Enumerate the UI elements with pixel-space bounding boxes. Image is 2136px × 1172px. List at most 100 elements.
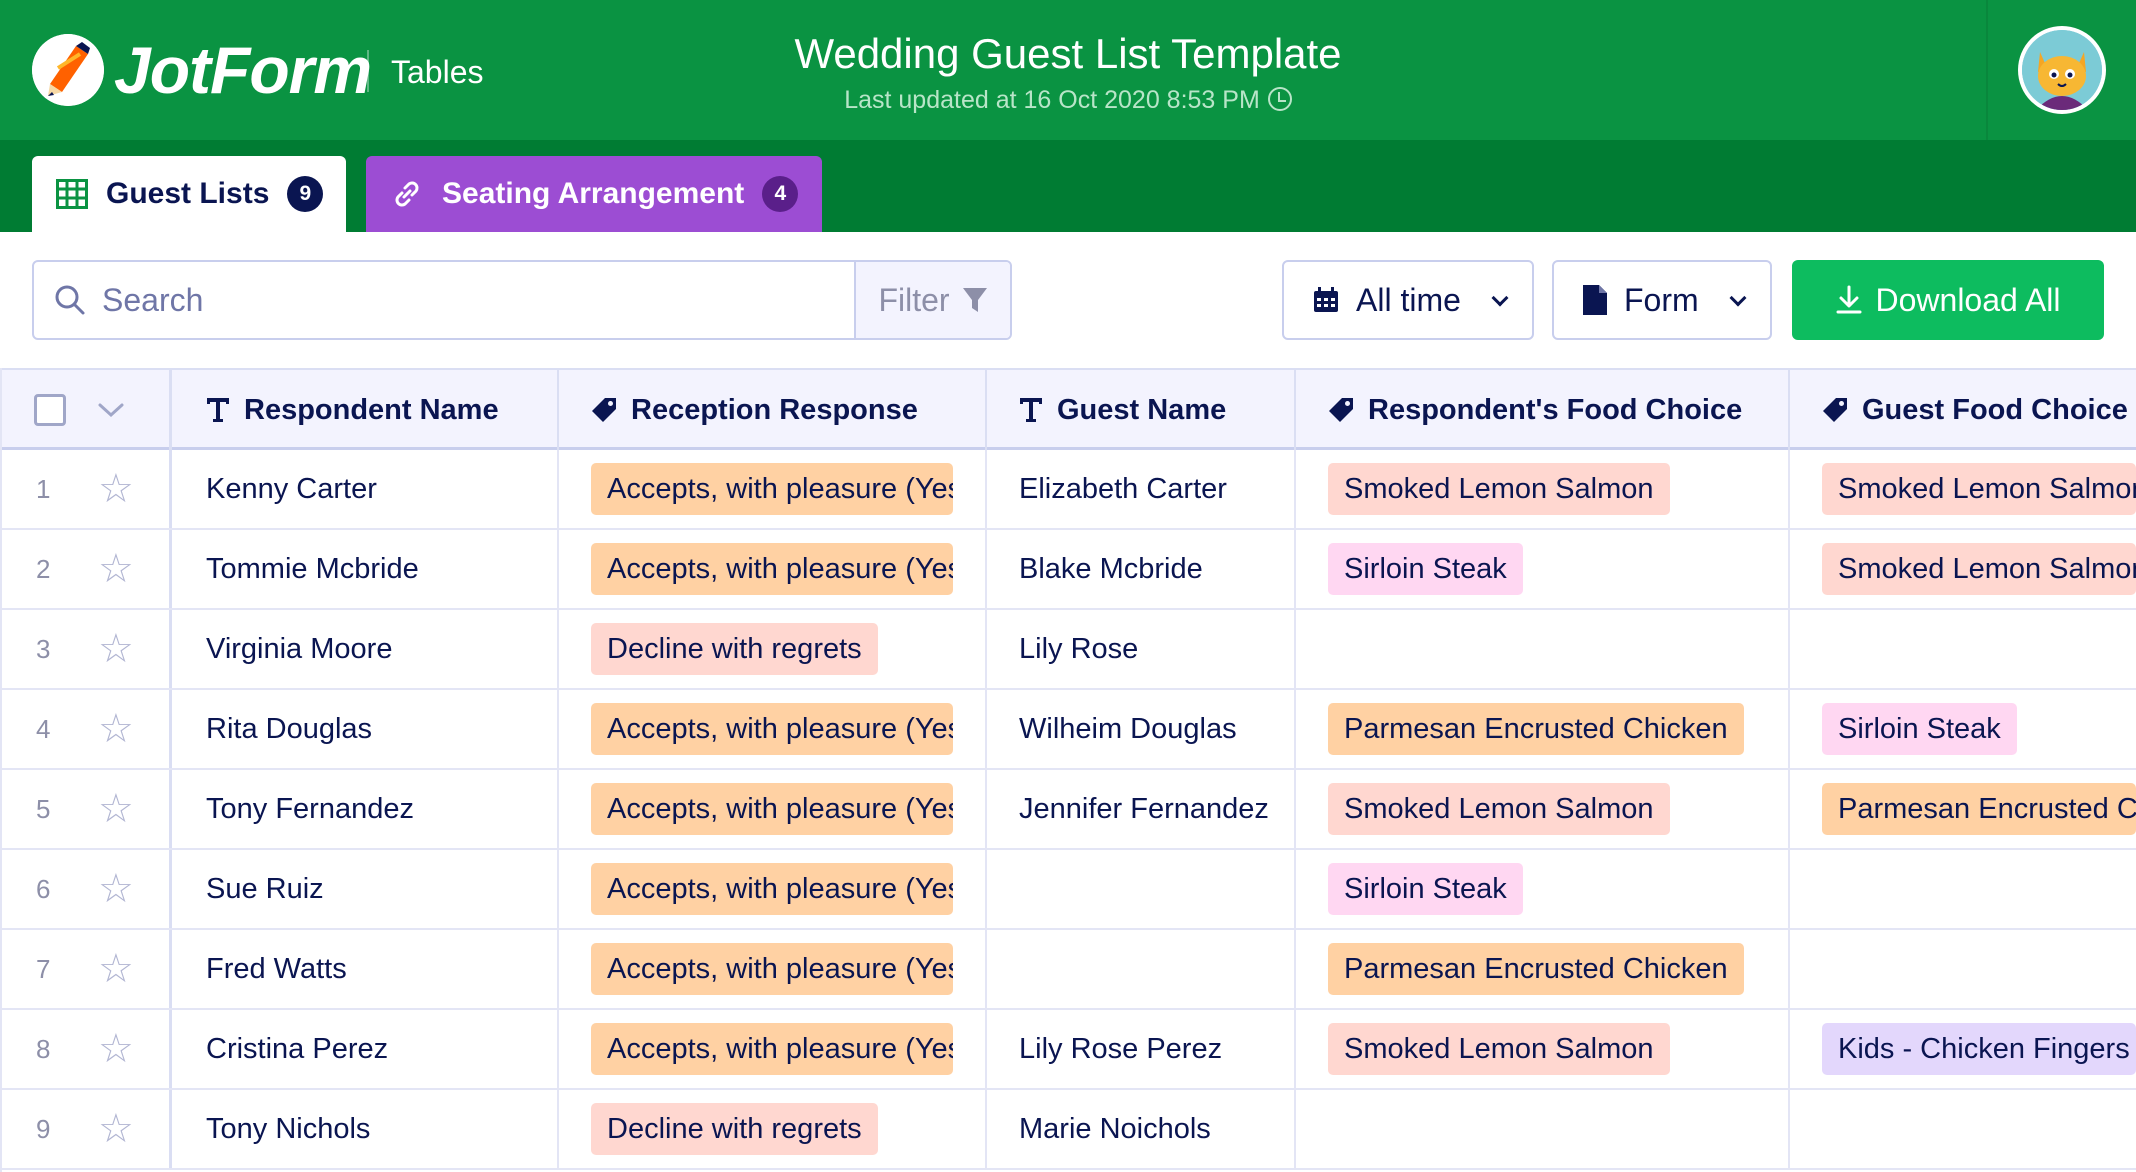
respondent-food-cell[interactable]: Sirloin Steak bbox=[1296, 530, 1790, 608]
star-icon[interactable]: ☆ bbox=[98, 789, 134, 829]
star-icon[interactable]: ☆ bbox=[98, 1029, 134, 1069]
respondent-food-cell[interactable]: Parmesan Encrusted Chicken bbox=[1296, 930, 1790, 1008]
download-icon bbox=[1836, 285, 1861, 314]
column-header-guest-name[interactable]: Guest Name bbox=[987, 370, 1296, 450]
tab-guest-lists-count: 9 bbox=[287, 176, 324, 212]
guest-name: Jennifer Fernandez bbox=[1019, 792, 1269, 825]
tag-icon bbox=[592, 398, 616, 422]
respondent-food-cell[interactable] bbox=[1296, 1090, 1790, 1168]
guest-name-cell[interactable]: Wilheim Douglas bbox=[987, 690, 1296, 768]
respondent-food-cell[interactable] bbox=[1296, 610, 1790, 688]
last-updated-text: Last updated at 16 Oct 2020 8:53 PM bbox=[0, 84, 2136, 116]
table-row[interactable]: 3 ☆ Virginia Moore Decline with regrets … bbox=[0, 610, 2136, 690]
select-all-checkbox[interactable] bbox=[33, 394, 66, 426]
guest-name-cell[interactable] bbox=[987, 850, 1296, 928]
table-row[interactable]: 4 ☆ Rita Douglas Accepts, with pleasure … bbox=[0, 690, 2136, 770]
column-header-reception-response[interactable]: Reception Response bbox=[559, 370, 987, 450]
respondent-name: Tony Fernandez bbox=[206, 792, 414, 825]
respondent-food-cell[interactable]: Sirloin Steak bbox=[1296, 850, 1790, 928]
respondent-food-cell[interactable]: Smoked Lemon Salmon bbox=[1296, 770, 1790, 848]
guest-food-cell[interactable] bbox=[1790, 610, 2136, 688]
select-all-column bbox=[0, 370, 172, 450]
cat-avatar-icon bbox=[2022, 30, 2102, 110]
respondent-name-cell[interactable]: Rita Douglas bbox=[172, 690, 559, 768]
guest-food-cell[interactable]: Kids - Chicken Fingers & Fries bbox=[1790, 1010, 2136, 1088]
search-input[interactable] bbox=[102, 281, 802, 319]
sheet-tabs-bar: Guest Lists 9 Seating Arrangement 4 bbox=[0, 140, 2136, 232]
guest-name-cell[interactable]: Marie Noichols bbox=[987, 1090, 1296, 1168]
respondent-food-cell[interactable]: Smoked Lemon Salmon bbox=[1296, 1010, 1790, 1088]
table-row[interactable]: 1 ☆ Kenny Carter Accepts, with pleasure … bbox=[0, 450, 2136, 530]
table-row[interactable]: 9 ☆ Tony Nichols Decline with regrets Ma… bbox=[0, 1090, 2136, 1170]
respondent-name-cell[interactable]: Sue Ruiz bbox=[172, 850, 559, 928]
guest-food-cell[interactable]: Smoked Lemon Salmon bbox=[1790, 450, 2136, 528]
guest-name: Marie Noichols bbox=[1019, 1112, 1211, 1145]
star-icon[interactable]: ☆ bbox=[98, 709, 134, 749]
respondent-food-tag: Smoked Lemon Salmon bbox=[1328, 1023, 1670, 1075]
reception-response-cell[interactable]: Accepts, with pleasure (Yes) bbox=[559, 690, 987, 768]
star-icon[interactable]: ☆ bbox=[98, 869, 134, 909]
guest-name-cell[interactable]: Lily Rose bbox=[987, 610, 1296, 688]
guest-food-cell[interactable]: Smoked Lemon Salmon bbox=[1790, 530, 2136, 608]
star-icon[interactable]: ☆ bbox=[98, 469, 134, 509]
filter-button[interactable]: Filter bbox=[854, 262, 1010, 338]
column-header-guest-food-choice[interactable]: Guest Food Choice bbox=[1790, 370, 2136, 450]
respondent-name-cell[interactable]: Tony Nichols bbox=[172, 1090, 559, 1168]
guest-food-cell[interactable]: Sirloin Steak bbox=[1790, 690, 2136, 768]
form-dropdown[interactable]: Form bbox=[1552, 260, 1772, 340]
guest-food-cell[interactable] bbox=[1790, 1090, 2136, 1168]
download-all-button[interactable]: Download All bbox=[1792, 260, 2104, 340]
star-icon[interactable]: ☆ bbox=[98, 949, 134, 989]
table-row[interactable]: 7 ☆ Fred Watts Accepts, with pleasure (Y… bbox=[0, 930, 2136, 1010]
column-label: Guest Name bbox=[1057, 393, 1227, 426]
respondent-food-cell[interactable]: Smoked Lemon Salmon bbox=[1296, 450, 1790, 528]
respondent-name-cell[interactable]: Fred Watts bbox=[172, 930, 559, 1008]
date-range-dropdown[interactable]: All time bbox=[1282, 260, 1534, 340]
table-row[interactable]: 6 ☆ Sue Ruiz Accepts, with pleasure (Yes… bbox=[0, 850, 2136, 930]
reception-response-cell[interactable]: Accepts, with pleasure (Yes) bbox=[559, 850, 987, 928]
guest-name-cell[interactable]: Lily Rose Perez bbox=[987, 1010, 1296, 1088]
tag-icon bbox=[1823, 398, 1847, 422]
respondent-name-cell[interactable]: Virginia Moore bbox=[172, 610, 559, 688]
page-title[interactable]: Wedding Guest List Template bbox=[0, 28, 2136, 80]
guest-name-cell[interactable]: Blake Mcbride bbox=[987, 530, 1296, 608]
guest-food-cell[interactable] bbox=[1790, 930, 2136, 1008]
tab-guest-lists-label: Guest Lists bbox=[106, 177, 270, 210]
guest-name: Lily Rose bbox=[1019, 632, 1139, 665]
reception-response-cell[interactable]: Decline with regrets bbox=[559, 1090, 987, 1168]
respondent-name: Sue Ruiz bbox=[206, 872, 324, 905]
guest-food-cell[interactable]: Parmesan Encrusted Chicken bbox=[1790, 770, 2136, 848]
star-icon[interactable]: ☆ bbox=[98, 629, 134, 669]
reception-response-cell[interactable]: Accepts, with pleasure (Yes) bbox=[559, 1010, 987, 1088]
reception-response-cell[interactable]: Accepts, with pleasure (Yes) bbox=[559, 530, 987, 608]
respondent-name-cell[interactable]: Cristina Perez bbox=[172, 1010, 559, 1088]
column-header-respondent-food-choice[interactable]: Respondent's Food Choice bbox=[1296, 370, 1790, 450]
reception-response-cell[interactable]: Accepts, with pleasure (Yes) bbox=[559, 450, 987, 528]
respondent-name-cell[interactable]: Tommie Mcbride bbox=[172, 530, 559, 608]
guest-name-cell[interactable] bbox=[987, 930, 1296, 1008]
tab-seating-arrangement[interactable]: Seating Arrangement 4 bbox=[366, 156, 822, 232]
chevron-down-icon bbox=[1491, 289, 1509, 307]
guest-name-cell[interactable]: Elizabeth Carter bbox=[987, 450, 1296, 528]
column-header-respondent-name[interactable]: Respondent Name bbox=[172, 370, 559, 450]
guest-food-cell[interactable] bbox=[1790, 850, 2136, 928]
respondent-name-cell[interactable]: Tony Fernandez bbox=[172, 770, 559, 848]
star-icon[interactable]: ☆ bbox=[98, 549, 134, 589]
table-row[interactable]: 8 ☆ Cristina Perez Accepts, with pleasur… bbox=[0, 1010, 2136, 1090]
guest-name-cell[interactable]: Jennifer Fernandez bbox=[987, 770, 1296, 848]
respondent-name-cell[interactable]: Kenny Carter bbox=[172, 450, 559, 528]
reception-response-cell[interactable]: Accepts, with pleasure (Yes) bbox=[559, 770, 987, 848]
row-number: 4 bbox=[36, 713, 51, 744]
reception-response-cell[interactable]: Decline with regrets bbox=[559, 610, 987, 688]
column-label: Respondent Name bbox=[244, 393, 499, 426]
table-row[interactable]: 2 ☆ Tommie Mcbride Accepts, with pleasur… bbox=[0, 530, 2136, 610]
respondent-food-cell[interactable]: Parmesan Encrusted Chicken bbox=[1296, 690, 1790, 768]
chevron-down-icon[interactable] bbox=[96, 400, 126, 420]
table-row[interactable]: 5 ☆ Tony Fernandez Accepts, with pleasur… bbox=[0, 770, 2136, 850]
column-label: Respondent's Food Choice bbox=[1368, 393, 1743, 426]
tab-guest-lists[interactable]: Guest Lists 9 bbox=[32, 156, 346, 232]
guest-table: Respondent Name Reception Response Guest… bbox=[0, 368, 2136, 1172]
star-icon[interactable]: ☆ bbox=[98, 1109, 134, 1149]
user-avatar[interactable] bbox=[2018, 26, 2106, 114]
reception-response-cell[interactable]: Accepts, with pleasure (Yes) bbox=[559, 930, 987, 1008]
